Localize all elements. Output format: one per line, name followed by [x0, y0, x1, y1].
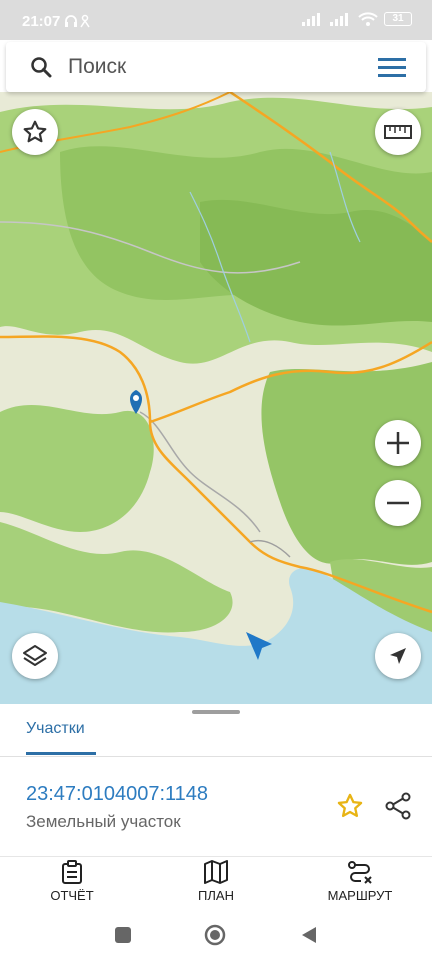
home-icon[interactable]: [204, 924, 226, 946]
tab-indicator: [26, 752, 96, 755]
layers-button[interactable]: [12, 633, 58, 679]
plus-icon: [387, 432, 409, 454]
divider: [0, 856, 432, 857]
route-button[interactable]: МАРШРУТ: [320, 860, 400, 912]
status-bar: 21:07 31: [0, 0, 432, 40]
report-button[interactable]: ОТЧЁТ: [42, 860, 102, 912]
navigation-arrow-icon: [390, 648, 406, 664]
recents-icon[interactable]: [114, 926, 132, 944]
report-label: ОТЧЁТ: [50, 888, 94, 903]
headphones-icon: [64, 13, 94, 32]
bottom-nav: ОТЧЁТ ПЛАН МАРШРУТ: [0, 858, 432, 916]
status-icons: 31: [302, 12, 412, 26]
search-bar[interactable]: [6, 42, 426, 92]
share-icon[interactable]: [384, 792, 412, 820]
map-view[interactable]: [0, 92, 432, 704]
tab-parcels[interactable]: Участки: [26, 720, 85, 738]
favorite-star-icon[interactable]: [336, 792, 364, 820]
parcel-sheet: Участки 23:47:0104007:1148 Земельный уча…: [0, 704, 432, 858]
signal-icon-2: [330, 13, 348, 26]
zoom-out-button[interactable]: [375, 480, 421, 526]
battery-icon: 31: [384, 12, 412, 26]
divider: [0, 756, 432, 757]
ruler-icon: [384, 125, 412, 139]
system-nav-bar: [0, 916, 432, 960]
map-canvas[interactable]: [0, 92, 432, 704]
report-icon: [62, 860, 82, 884]
zoom-in-button[interactable]: [375, 420, 421, 466]
ruler-button[interactable]: [375, 109, 421, 155]
wifi-icon: [358, 12, 378, 26]
layers-icon: [23, 645, 47, 666]
search-input[interactable]: [66, 52, 366, 82]
signal-icon: [302, 13, 320, 26]
favorites-button[interactable]: [12, 109, 58, 155]
search-icon[interactable]: [30, 56, 52, 78]
minus-icon: [387, 501, 409, 505]
location-button[interactable]: [375, 633, 421, 679]
status-time: 21:07: [22, 13, 61, 30]
parcel-type: Земельный участок: [26, 812, 181, 831]
menu-icon[interactable]: [378, 56, 406, 78]
sheet-handle[interactable]: [192, 710, 240, 714]
route-label: МАРШРУТ: [327, 888, 393, 903]
star-outline-icon: [23, 120, 47, 143]
map-icon: [204, 860, 228, 884]
parcel-number[interactable]: 23:47:0104007:1148: [26, 783, 208, 806]
plan-label: ПЛАН: [198, 888, 234, 903]
back-icon[interactable]: [300, 926, 318, 944]
route-icon: [348, 861, 372, 884]
plan-button[interactable]: ПЛАН: [186, 860, 246, 912]
